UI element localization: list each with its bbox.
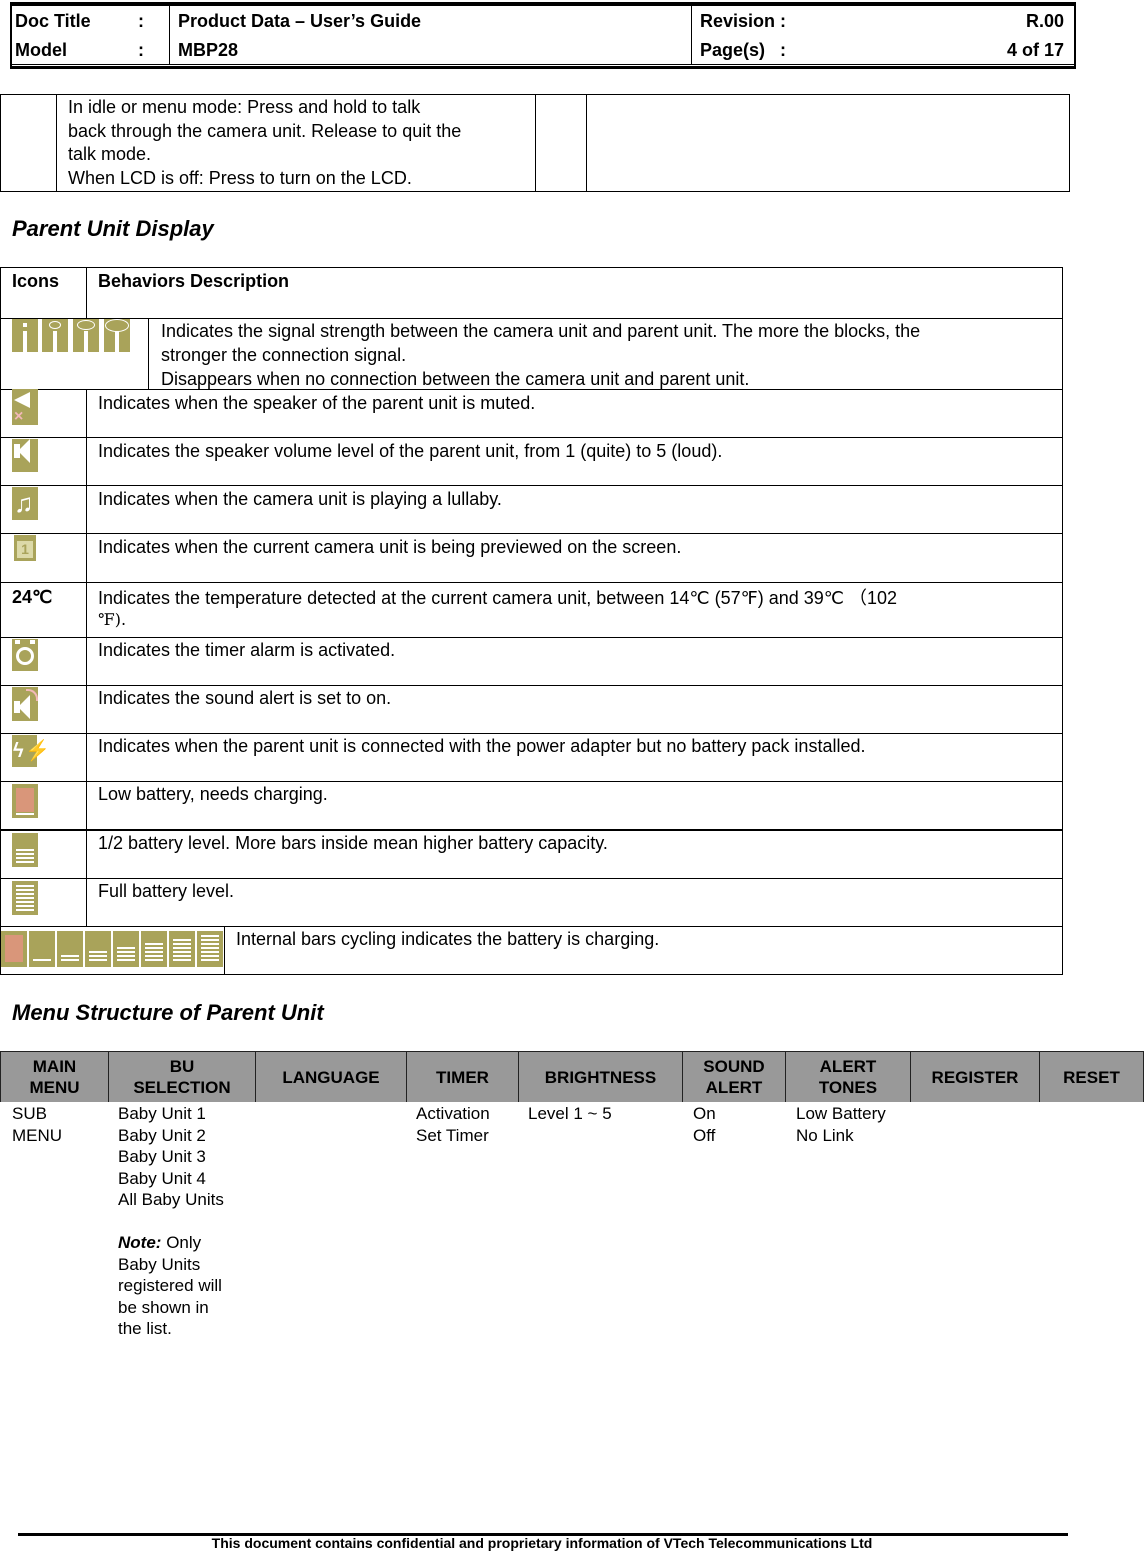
timer-alarm-description: Indicates the timer alarm is activated. — [98, 640, 396, 660]
sub-menu-label: SUB MENU — [12, 1104, 63, 1145]
submenu-item: Baby Unit 4 — [118, 1168, 206, 1188]
battery-half-icon — [12, 833, 38, 867]
lullaby-music-icon: ♫ — [12, 487, 38, 520]
power-adapter-description: Indicates when the parent unit is connec… — [98, 736, 866, 756]
signal-strength-description: Indicates the signal strength between th… — [161, 321, 921, 389]
speaker-muted-description: Indicates when the speaker of the parent… — [98, 393, 536, 413]
battery-full-description: Full battery level. — [98, 881, 235, 901]
battery-frame-icon — [197, 931, 223, 967]
timer-submenu: Activation Set Timer — [416, 1103, 490, 1146]
battery-half-description: 1/2 battery level. More bars inside mean… — [98, 833, 608, 853]
brightness-submenu: Level 1 ~ 5 — [528, 1103, 612, 1125]
battery-frame-icon — [85, 931, 111, 967]
col-header-description: Behaviors Description — [98, 271, 290, 291]
menu-header-brightness: BRIGHTNESS — [518, 1052, 682, 1102]
bu-selection-note: Note: Only — [118, 1233, 202, 1252]
revision-value: R.00 — [1025, 11, 1064, 31]
sound-alert-submenu: On Off — [693, 1103, 716, 1146]
colon: : — [138, 40, 144, 60]
battery-frame-icon — [57, 931, 83, 967]
footer-confidential-notice: This document contains confidential and … — [211, 1535, 873, 1551]
menu-header-register: REGISTER — [910, 1052, 1039, 1102]
menu-header-bu-selection: BU SELECTION — [108, 1052, 255, 1102]
menu-header-language: LANGUAGE — [255, 1052, 406, 1102]
submenu-item: Baby Unit 1 — [118, 1104, 206, 1123]
speaker-muted-icon: × — [12, 389, 38, 425]
pages-value: 4 of 17 — [1006, 40, 1064, 60]
timer-alarm-icon — [12, 639, 38, 671]
menu-header-main-menu: MAIN MENU — [0, 1052, 108, 1102]
alert-tones-submenu: Low Battery No Link — [796, 1103, 886, 1146]
menu-header-timer: TIMER — [406, 1052, 518, 1102]
speaker-volume-icon — [12, 439, 38, 472]
divider — [169, 6, 170, 64]
col-header-icons: Icons — [12, 271, 60, 291]
divider — [691, 6, 692, 64]
submenu-item: No Link — [796, 1125, 854, 1145]
pages-label: Page(s) : — [700, 40, 787, 60]
sound-alert-description: Indicates the sound alert is set to on. — [98, 688, 392, 708]
revision-label: Revision : — [700, 11, 787, 31]
menu-header-sound-alert: SOUND ALERT — [682, 1052, 785, 1102]
lullaby-description: Indicates when the camera unit is playin… — [98, 489, 502, 509]
battery-charging-description: Internal bars cycling indicates the batt… — [236, 929, 660, 949]
bu-selection-submenu: Baby Unit 1 Baby Unit 2 Baby Unit 3 Baby… — [118, 1104, 224, 1338]
speaker-volume-description: Indicates the speaker volume level of th… — [98, 441, 723, 461]
signal-4-icon — [104, 319, 130, 352]
submenu-item: On — [693, 1104, 716, 1123]
parent-display-table: Icons Behaviors Description Indicates th… — [0, 267, 1063, 975]
document-header: Doc Title Model : : Product Data – User’… — [10, 6, 1076, 68]
header-bottom-rule — [10, 64, 1076, 69]
submenu-item: Off — [693, 1125, 716, 1145]
sound-alert-icon — [12, 687, 38, 721]
section-title-parent-unit-display: Parent Unit Display — [12, 216, 214, 241]
signal-3-icon — [73, 319, 99, 352]
submenu-item: All Baby Units — [118, 1190, 224, 1209]
doc-title: Product Data – User’s Guide — [178, 11, 422, 31]
submenu-item: Level 1 ~ 5 — [528, 1104, 612, 1123]
section-title-menu-structure: Menu Structure of Parent Unit — [12, 1000, 324, 1025]
menu-header-alert-tones: ALERT TONES — [785, 1052, 910, 1102]
button-description: In idle or menu mode: Press and hold to … — [68, 97, 462, 188]
menu-header-reset: RESET — [1039, 1052, 1144, 1102]
battery-low-icon — [12, 784, 38, 818]
submenu-item: Low Battery — [796, 1104, 886, 1123]
submenu-item: Set Timer — [416, 1125, 489, 1145]
signal-strength-icons — [12, 319, 132, 352]
battery-frame-icon — [29, 931, 55, 967]
submenu-item: Baby Unit 3 — [118, 1147, 206, 1166]
battery-frame-icon — [169, 931, 195, 967]
power-adapter-icon: ϟ ⚡ — [12, 735, 50, 767]
battery-frame-icon — [1, 931, 27, 967]
battery-low-description: Low battery, needs charging. — [98, 784, 328, 804]
battery-frame-icon — [113, 931, 139, 967]
submenu-item: Baby Unit 2 — [118, 1125, 206, 1145]
temperature-icon-text: 24℃ — [12, 587, 53, 607]
model-value: MBP28 — [178, 40, 239, 60]
model-label: Model — [15, 40, 67, 60]
camera-preview-description: Indicates when the current camera unit i… — [98, 537, 682, 557]
button-description-table: In idle or menu mode: Press and hold to … — [0, 94, 1070, 192]
doc-title-label: Doc Title — [15, 11, 91, 31]
signal-2-icon — [42, 319, 68, 352]
camera-unit-1-icon: 1 — [14, 535, 36, 561]
colon: : — [138, 11, 144, 31]
temperature-description: Indicates the temperature detected at th… — [98, 588, 898, 629]
signal-1-icon — [12, 319, 38, 352]
submenu-item: Activation — [416, 1104, 490, 1123]
battery-frame-icon — [141, 931, 167, 967]
battery-full-icon — [12, 881, 38, 915]
battery-charging-sequence-icon — [1, 931, 223, 969]
